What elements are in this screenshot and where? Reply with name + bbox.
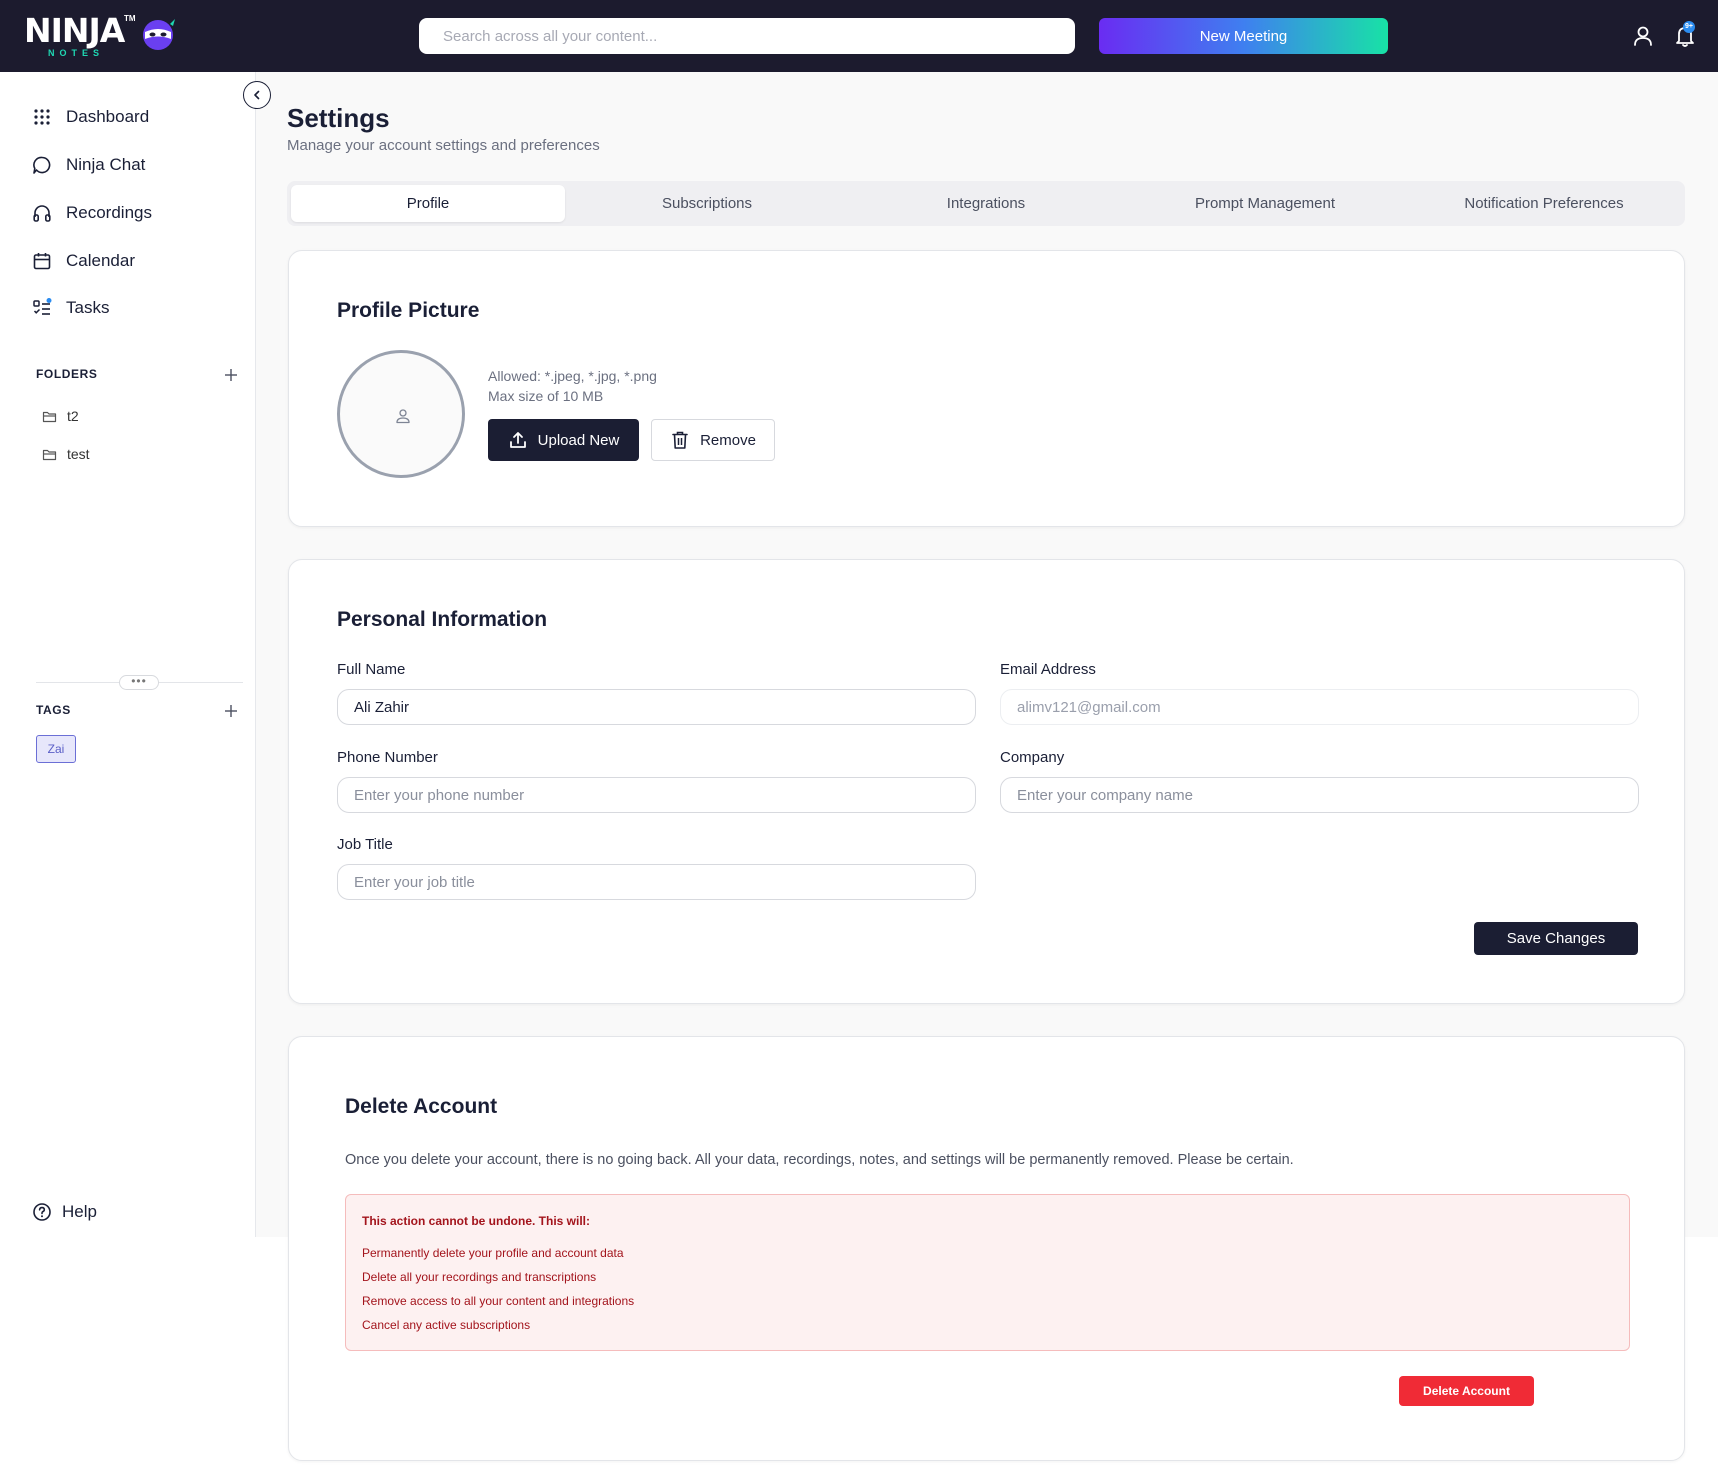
email-label: Email Address bbox=[1000, 661, 1096, 678]
remove-picture-button[interactable]: Remove bbox=[651, 419, 775, 461]
folders-heading: FOLDERS bbox=[36, 367, 98, 381]
email-field[interactable] bbox=[1000, 689, 1639, 725]
phone-label: Phone Number bbox=[337, 749, 438, 766]
sidebar-item-label: Dashboard bbox=[66, 107, 150, 126]
sidebar-item-tasks[interactable]: Tasks bbox=[32, 293, 232, 323]
warning-item: Permanently delete your profile and acco… bbox=[362, 1246, 624, 1260]
folder-name: test bbox=[67, 446, 90, 462]
section-title: Profile Picture bbox=[337, 299, 480, 322]
full-name-label: Full Name bbox=[337, 661, 406, 678]
folder-item[interactable]: t2 bbox=[42, 405, 79, 427]
logo-text: NINJA bbox=[24, 11, 125, 50]
chat-bubble-icon bbox=[33, 156, 51, 174]
new-meeting-button[interactable]: New Meeting bbox=[1099, 18, 1388, 54]
warning-item: Cancel any active subscriptions bbox=[362, 1318, 531, 1332]
trash-icon bbox=[672, 431, 688, 449]
add-tag-plus-icon[interactable] bbox=[222, 702, 240, 720]
calendar-icon bbox=[33, 253, 51, 270]
full-name-field[interactable] bbox=[337, 689, 976, 725]
allowed-types-text: Allowed: *.jpeg, *.jpg, *.png bbox=[488, 368, 657, 384]
remove-label: Remove bbox=[700, 431, 756, 449]
help-label: Help bbox=[62, 1202, 97, 1221]
save-changes-button[interactable]: Save Changes bbox=[1474, 922, 1638, 955]
warning-title: This action cannot be undone. This will: bbox=[362, 1214, 591, 1228]
resize-handle[interactable]: ••• bbox=[119, 675, 159, 690]
section-title: Personal Information bbox=[337, 608, 548, 631]
top-bar: NINJA TM NOTES New Meeting 9+ bbox=[0, 0, 1718, 72]
ninja-notes-logo[interactable]: NINJA TM NOTES bbox=[24, 14, 184, 58]
tags-heading: TAGS bbox=[36, 703, 71, 717]
chevron-left-icon bbox=[253, 90, 259, 99]
company-label: Company bbox=[1000, 749, 1065, 766]
collapse-sidebar-button[interactable] bbox=[243, 81, 271, 109]
tab-subscriptions[interactable]: Subscriptions bbox=[570, 185, 844, 222]
sidebar-item-dashboard[interactable]: Dashboard bbox=[32, 102, 232, 132]
logo-subtext: NOTES bbox=[48, 48, 105, 58]
logo-trademark: TM bbox=[124, 14, 136, 23]
sidebar-item-label: Ninja Chat bbox=[66, 155, 146, 174]
max-size-text: Max size of 10 MB bbox=[488, 388, 604, 404]
upload-new-button[interactable]: Upload New bbox=[488, 419, 639, 461]
grid-icon bbox=[34, 109, 50, 125]
avatar[interactable] bbox=[337, 350, 465, 478]
page-title: Settings bbox=[287, 103, 390, 133]
tab-integrations[interactable]: Integrations bbox=[849, 185, 1123, 222]
job-title-field[interactable] bbox=[337, 864, 976, 900]
sidebar-item-label: Recordings bbox=[66, 203, 152, 222]
add-folder-plus-icon[interactable] bbox=[222, 366, 240, 384]
profile-picture-card: Profile Picture Allowed: *.jpeg, *.jpg, … bbox=[288, 250, 1685, 527]
folder-icon bbox=[42, 411, 57, 422]
folder-name: t2 bbox=[67, 408, 79, 424]
tab-notification-preferences[interactable]: Notification Preferences bbox=[1407, 185, 1681, 222]
delete-account-card: Delete Account Once you delete your acco… bbox=[288, 1036, 1685, 1461]
upload-icon bbox=[509, 432, 526, 448]
sidebar-item-label: Tasks bbox=[66, 298, 110, 317]
settings-tabs: Profile Subscriptions Integrations Promp… bbox=[287, 181, 1685, 226]
global-search-input[interactable] bbox=[419, 18, 1075, 54]
ninja-mask-icon bbox=[143, 19, 175, 50]
delete-account-button[interactable]: Delete Account bbox=[1399, 1376, 1534, 1406]
sidebar-item-ninja-chat[interactable]: Ninja Chat bbox=[32, 150, 232, 180]
warning-item: Delete all your recordings and transcrip… bbox=[362, 1270, 597, 1284]
notification-count-badge: 9+ bbox=[1683, 21, 1695, 33]
tab-prompt-management[interactable]: Prompt Management bbox=[1128, 185, 1402, 222]
delete-account-description: Once you delete your account, there is n… bbox=[345, 1152, 1294, 1168]
checklist-icon bbox=[33, 298, 52, 315]
job-title-label: Job Title bbox=[337, 836, 393, 853]
tab-profile[interactable]: Profile bbox=[291, 185, 565, 222]
personal-information-card: Personal Information Full Name Email Add… bbox=[288, 559, 1685, 1004]
sidebar-item-label: Calendar bbox=[66, 251, 135, 270]
sidebar-item-recordings[interactable]: Recordings bbox=[32, 198, 232, 228]
sidebar-item-calendar[interactable]: Calendar bbox=[32, 246, 232, 276]
tag-chip[interactable]: Zai bbox=[36, 735, 76, 763]
headphones-icon bbox=[33, 205, 51, 222]
help-circle-icon bbox=[33, 1203, 51, 1221]
warning-item: Remove access to all your content and in… bbox=[362, 1294, 635, 1308]
folder-icon bbox=[42, 449, 57, 460]
folder-item[interactable]: test bbox=[42, 443, 90, 465]
company-field[interactable] bbox=[1000, 777, 1639, 813]
section-title: Delete Account bbox=[345, 1095, 498, 1118]
upload-new-label: Upload New bbox=[537, 431, 620, 449]
phone-field[interactable] bbox=[337, 777, 976, 813]
user-placeholder-icon bbox=[396, 409, 410, 424]
help-link[interactable]: Help bbox=[32, 1199, 97, 1225]
page-subtitle: Manage your account settings and prefere… bbox=[287, 137, 600, 154]
user-profile-icon[interactable] bbox=[1629, 22, 1657, 50]
delete-warning-box: This action cannot be undone. This will:… bbox=[345, 1194, 1630, 1351]
